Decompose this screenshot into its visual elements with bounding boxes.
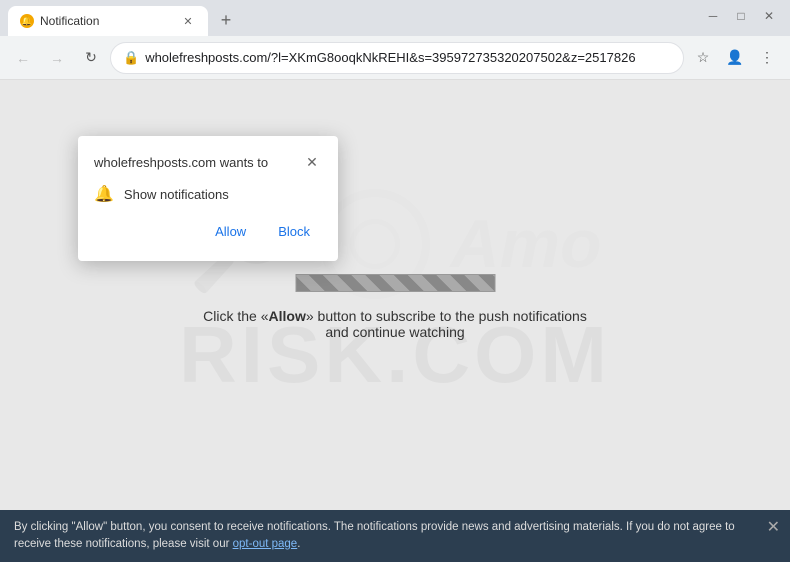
- page-content: 🔍 Amo RISK.COM Click the «Allow» button …: [0, 80, 790, 510]
- notification-popup: wholefreshposts.com wants to ✕ 🔔 Show no…: [78, 136, 338, 261]
- allow-button[interactable]: Allow: [203, 218, 258, 245]
- tab-favicon: 🔔: [20, 14, 34, 28]
- close-button[interactable]: ✕: [756, 6, 782, 26]
- progress-bar: [295, 274, 495, 292]
- watermark-amo-text: Amo: [450, 205, 601, 283]
- bottom-bar-close-button[interactable]: ✕: [767, 520, 780, 536]
- address-bar[interactable]: 🔒 wholefreshposts.com/?l=XKmG8ooqkNkREHI…: [110, 42, 684, 74]
- bottom-bar: By clicking "Allow" button, you consent …: [0, 510, 790, 562]
- progress-area: Click the «Allow» button to subscribe to…: [198, 274, 593, 340]
- reload-button[interactable]: ↻: [76, 43, 106, 73]
- allow-text-emphasis: Allow: [269, 308, 306, 324]
- profile-button[interactable]: 👤: [720, 43, 750, 73]
- url-text: wholefreshposts.com/?l=XKmG8ooqkNkREHI&s…: [145, 50, 671, 65]
- popup-notification-label: Show notifications: [124, 187, 229, 202]
- new-tab-button[interactable]: +: [212, 6, 240, 34]
- bottom-bar-text-after: .: [297, 538, 300, 550]
- popup-close-button[interactable]: ✕: [302, 152, 322, 172]
- back-button[interactable]: ←: [8, 43, 38, 73]
- forward-button[interactable]: →: [42, 43, 72, 73]
- tab-title: Notification: [40, 14, 174, 28]
- popup-header: wholefreshposts.com wants to ✕: [94, 152, 322, 172]
- bell-icon: 🔔: [94, 184, 114, 204]
- minimize-button[interactable]: ─: [700, 6, 726, 26]
- maximize-button[interactable]: □: [728, 6, 754, 26]
- page-instruction: Click the «Allow» button to subscribe to…: [198, 308, 593, 340]
- menu-button[interactable]: ⋮: [752, 43, 782, 73]
- opt-out-link[interactable]: opt-out page: [233, 538, 298, 550]
- tab-close-button[interactable]: ✕: [180, 13, 196, 29]
- bottom-bar-content: By clicking "Allow" button, you consent …: [14, 519, 750, 554]
- nav-actions: ☆ 👤 ⋮: [688, 43, 782, 73]
- bottom-bar-text: By clicking "Allow" button, you consent …: [14, 521, 735, 550]
- active-tab[interactable]: 🔔 Notification ✕: [8, 6, 208, 36]
- popup-actions: Allow Block: [94, 218, 322, 245]
- bookmark-button[interactable]: ☆: [688, 43, 718, 73]
- navigation-bar: ← → ↻ 🔒 wholefreshposts.com/?l=XKmG8ooqk…: [0, 36, 790, 80]
- window-controls: ─ □ ✕: [700, 6, 782, 26]
- browser-window: 🔔 Notification ✕ + ─ □ ✕ ← → ↻ 🔒 wholefr…: [0, 0, 790, 562]
- tab-bar: 🔔 Notification ✕ + ─ □ ✕: [0, 0, 790, 36]
- lock-icon: 🔒: [123, 50, 139, 66]
- popup-notification-row: 🔔 Show notifications: [94, 184, 322, 204]
- popup-title: wholefreshposts.com wants to: [94, 155, 268, 170]
- block-button[interactable]: Block: [266, 218, 322, 245]
